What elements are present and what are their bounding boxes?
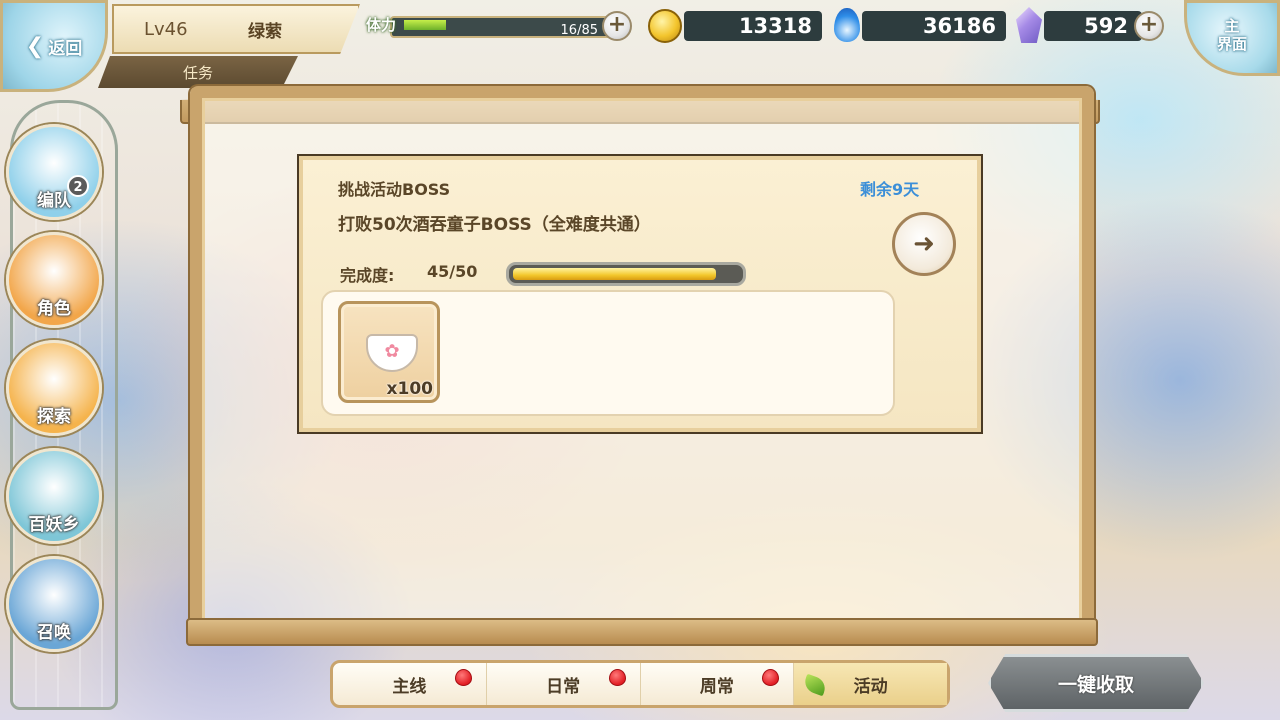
- player-name: 绿萦: [248, 21, 282, 42]
- nav-summon-button[interactable]: 召唤: [6, 556, 102, 652]
- reward-item-slot[interactable]: ✿ x100: [338, 301, 440, 403]
- tab-main-story-label: 主线: [392, 676, 427, 697]
- blue-flame-amount: 36186: [862, 11, 1006, 41]
- stamina-fill: [404, 20, 447, 30]
- blue-flame-icon: [834, 8, 860, 42]
- stamina-label: 体力: [366, 16, 397, 34]
- task-category-tabs: 主线 日常 周常 活动: [330, 660, 950, 708]
- leaf-icon: [802, 673, 829, 697]
- tab-weekly-label: 周常: [699, 676, 734, 697]
- formation-badge: 2: [67, 175, 89, 197]
- nav-village-button[interactable]: 百妖乡: [6, 448, 102, 544]
- board-bottom-frame: [186, 618, 1098, 646]
- page-title: 任务: [98, 56, 298, 88]
- progress-fill: [513, 268, 717, 280]
- alert-dot-icon: [454, 669, 472, 686]
- nav-explore-button[interactable]: 探索: [6, 340, 102, 436]
- nav-summon-label: 召唤: [37, 623, 71, 643]
- player-level: Lv46: [144, 18, 188, 40]
- crystal-icon: [1016, 7, 1042, 43]
- home-label-line1: 主: [1224, 17, 1240, 35]
- nav-character-label: 角色: [37, 299, 71, 319]
- add-crystal-button[interactable]: +: [1134, 11, 1164, 41]
- progress-label: 完成度:: [340, 266, 395, 285]
- tab-event-label: 活动: [853, 676, 888, 697]
- nav-character-button[interactable]: 角色: [6, 232, 102, 328]
- back-arrow-icon: ❮: [25, 33, 45, 59]
- gold-coin-icon: [648, 9, 682, 43]
- back-label: 返回: [48, 38, 83, 59]
- nav-village-label: 百妖乡: [28, 515, 80, 535]
- tab-daily-label: 日常: [546, 676, 581, 697]
- tab-event[interactable]: 活动: [794, 663, 947, 705]
- player-info-panel: Lv46 绿萦: [112, 4, 360, 54]
- home-label-line2: 界面: [1216, 35, 1247, 53]
- task-description: 打败50次酒吞童子BOSS（全难度共通）: [338, 215, 651, 235]
- alert-dot-icon: [608, 669, 626, 686]
- nav-formation-label: 编队: [37, 191, 71, 211]
- collect-all-button[interactable]: 一键收取: [988, 654, 1204, 712]
- progress-value: 45/50: [427, 262, 478, 281]
- stamina-value: 16/85: [560, 23, 598, 38]
- tab-main-story[interactable]: 主线: [333, 663, 487, 705]
- go-to-task-button[interactable]: ➜: [892, 212, 956, 276]
- reward-quantity: x100: [386, 379, 433, 399]
- task-time-remaining: 剩余9天: [860, 180, 920, 199]
- home-button[interactable]: 主 界面: [1184, 0, 1280, 76]
- progress-bar: [506, 262, 746, 286]
- arrow-right-icon: ➜: [913, 229, 935, 259]
- add-stamina-button[interactable]: +: [602, 11, 632, 41]
- back-button[interactable]: ❮ 返回: [0, 0, 108, 92]
- nav-formation-button[interactable]: 编队 2: [6, 124, 102, 220]
- task-title: 挑战活动BOSS: [338, 180, 451, 199]
- gold-amount: 13318: [684, 11, 822, 41]
- tab-daily[interactable]: 日常: [487, 663, 641, 705]
- tab-weekly[interactable]: 周常: [641, 663, 795, 705]
- sakura-bowl-icon: ✿: [366, 334, 418, 372]
- crystal-amount: 592: [1044, 11, 1142, 41]
- stamina-bar: 体力 16/85: [366, 8, 636, 44]
- alert-dot-icon: [762, 669, 780, 686]
- nav-explore-label: 探索: [37, 407, 71, 427]
